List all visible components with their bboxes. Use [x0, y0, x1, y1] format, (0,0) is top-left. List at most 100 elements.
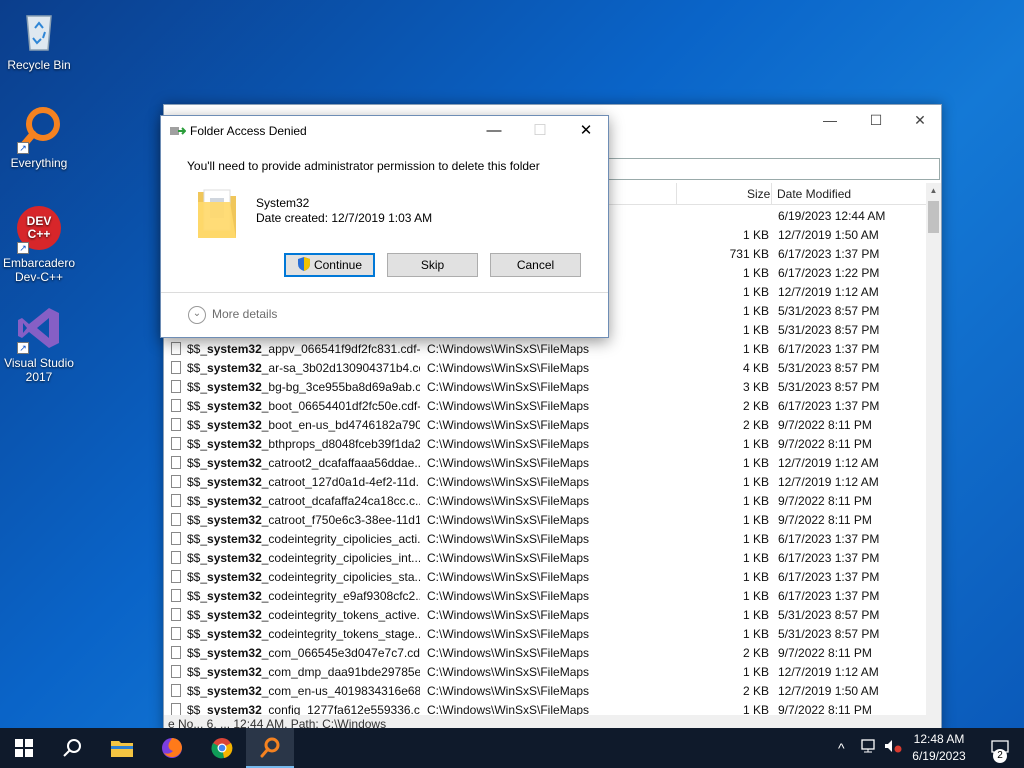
search-button[interactable] — [48, 728, 96, 768]
shortcut-arrow-icon: ↗ — [17, 242, 29, 254]
file-path: C:\Windows\WinSxS\FileMaps — [427, 551, 590, 565]
file-icon — [171, 665, 181, 678]
table-row[interactable]: $$_system32_catroot2_dcafaffaaa56ddae...… — [164, 453, 928, 472]
vertical-scrollbar[interactable]: ▲ ▼ — [926, 183, 941, 733]
maximize-button[interactable]: ☐ — [853, 105, 899, 135]
skip-button[interactable]: Skip — [387, 253, 478, 277]
volume-icon[interactable] — [884, 728, 902, 768]
devcpp-icon: DEV C++ ↗ — [15, 204, 63, 254]
file-size: 1 KB — [742, 342, 769, 356]
file-explorer-button[interactable] — [98, 728, 146, 768]
dialog-divider — [161, 292, 608, 293]
table-row[interactable]: $$_system32_com_dmp_daa91bde29785e... C:… — [164, 662, 928, 681]
file-date: 9/7/2022 8:11 PM — [778, 513, 872, 527]
continue-button[interactable]: Continue — [284, 253, 375, 277]
table-row[interactable]: $$_system32_boot_en-us_bd4746182a790... … — [164, 415, 928, 434]
file-path: C:\Windows\WinSxS\FileMaps — [427, 380, 590, 394]
file-name: $$_system32_codeintegrity_cipolicies_sta… — [187, 570, 420, 584]
folder-icon — [198, 189, 236, 238]
table-row[interactable]: $$_system32_codeintegrity_cipolicies_sta… — [164, 567, 928, 586]
file-name: $$_system32_bg-bg_3ce955ba8d69a9ab.c... — [187, 380, 420, 394]
file-size: 2 KB — [742, 646, 769, 660]
file-date: 12/7/2019 1:12 AM — [778, 475, 879, 489]
file-path: C:\Windows\WinSxS\FileMaps — [427, 513, 590, 527]
taskbar: ^ 12:48 AM 6/19/2023 2 — [0, 728, 1024, 768]
scroll-up-icon[interactable]: ▲ — [926, 183, 941, 199]
table-row[interactable]: $$_system32_ar-sa_3b02d130904371b4.cd...… — [164, 358, 928, 377]
table-row[interactable]: $$_system32_appv_066541f9df2fc831.cdf-..… — [164, 339, 928, 358]
windows-logo-icon — [15, 739, 33, 757]
file-explorer-icon — [111, 741, 133, 757]
table-row[interactable]: $$_system32_codeintegrity_cipolicies_act… — [164, 529, 928, 548]
file-date: 6/17/2023 1:37 PM — [778, 532, 880, 546]
file-icon — [171, 475, 181, 488]
svg-text:C++: C++ — [28, 227, 51, 241]
column-size[interactable]: Size — [747, 187, 770, 201]
file-name: $$_system32_com_en-us_4019834316e68... — [187, 684, 420, 698]
table-row[interactable]: $$_system32_bg-bg_3ce955ba8d69a9ab.c... … — [164, 377, 928, 396]
dialog-minimize-button[interactable]: — — [471, 116, 517, 146]
dialog-close-button[interactable]: ✕ — [563, 116, 609, 146]
file-date: 12/7/2019 1:50 AM — [778, 228, 879, 242]
file-path: C:\Windows\WinSxS\FileMaps — [427, 475, 590, 489]
system-clock[interactable]: 12:48 AM 6/19/2023 — [904, 731, 974, 765]
file-path: C:\Windows\WinSxS\FileMaps — [427, 361, 590, 375]
desktop-icon-everything[interactable]: ↗ Everything — [1, 104, 77, 170]
table-row[interactable]: $$_system32_codeintegrity_tokens_stage..… — [164, 624, 928, 643]
everything-taskbar-button[interactable] — [246, 728, 294, 768]
file-date: 5/31/2023 8:57 PM — [778, 361, 880, 375]
file-date: 6/17/2023 1:37 PM — [778, 399, 880, 413]
column-date-modified[interactable]: Date Modified — [777, 187, 851, 201]
folder-date-created: Date created: 12/7/2019 1:03 AM — [256, 211, 433, 225]
file-size: 1 KB — [742, 456, 769, 470]
file-path: C:\Windows\WinSxS\FileMaps — [427, 418, 590, 432]
start-button[interactable] — [0, 728, 48, 768]
minimize-button[interactable]: — — [807, 105, 853, 135]
table-row[interactable]: $$_system32_codeintegrity_cipolicies_int… — [164, 548, 928, 567]
dialog-titlebar[interactable]: Folder Access Denied — ☐ ✕ — [161, 116, 608, 146]
file-size: 1 KB — [742, 494, 769, 508]
desktop-icon-devcpp[interactable]: DEV C++ ↗ Embarcadero Dev-C++ — [1, 204, 77, 284]
continue-label: Continue — [313, 258, 363, 272]
file-icon — [171, 342, 181, 355]
file-path: C:\Windows\WinSxS\FileMaps — [427, 342, 590, 356]
file-icon — [171, 627, 181, 640]
file-date: 9/7/2022 8:11 PM — [778, 418, 872, 432]
firefox-button[interactable] — [148, 728, 196, 768]
file-name: $$_system32_appv_066541f9df2fc831.cdf-..… — [187, 342, 420, 356]
file-icon — [171, 399, 181, 412]
file-icon — [171, 380, 181, 393]
file-icon — [171, 361, 181, 374]
table-row[interactable]: $$_system32_catroot_127d0a1d-4ef2-11d...… — [164, 472, 928, 491]
close-button[interactable]: ✕ — [897, 105, 941, 135]
clock-time: 12:48 AM — [913, 732, 965, 746]
desktop-icon-recycle-bin[interactable]: Recycle Bin — [1, 6, 77, 72]
file-icon — [171, 608, 181, 621]
table-row[interactable]: $$_system32_com_en-us_4019834316e68... C… — [164, 681, 928, 700]
dialog-maximize-button: ☐ — [533, 122, 547, 139]
table-row[interactable]: $$_system32_catroot_dcafaffa24ca18cc.c..… — [164, 491, 928, 510]
table-row[interactable]: $$_system32_catroot_f750e6c3-38ee-11d1..… — [164, 510, 928, 529]
file-path: C:\Windows\WinSxS\FileMaps — [427, 646, 590, 660]
file-date: 5/31/2023 8:57 PM — [778, 380, 880, 394]
file-path: C:\Windows\WinSxS\FileMaps — [427, 456, 590, 470]
desktop-icon-visual-studio[interactable]: ↗ Visual Studio 2017 — [1, 304, 77, 384]
table-row[interactable]: $$_system32_bthprops_d8048fceb39f1da2...… — [164, 434, 928, 453]
table-row[interactable]: $$_system32_com_066545e3d047e7c7.cdf... … — [164, 643, 928, 662]
search-input[interactable] — [604, 158, 940, 180]
scrollbar-thumb[interactable] — [928, 201, 939, 233]
file-icon — [171, 532, 181, 545]
cancel-button[interactable]: Cancel — [490, 253, 581, 277]
file-path: C:\Windows\WinSxS\FileMaps — [427, 399, 590, 413]
table-row[interactable]: $$_system32_boot_06654401df2fc50e.cdf-..… — [164, 396, 928, 415]
more-details-toggle[interactable]: ⌄ More details — [188, 306, 277, 324]
file-path: C:\Windows\WinSxS\FileMaps — [427, 627, 590, 641]
file-icon — [171, 494, 181, 507]
file-size: 2 KB — [742, 684, 769, 698]
show-hidden-icons-button[interactable]: ^ — [838, 728, 845, 768]
recycle-bin-icon — [15, 6, 63, 54]
network-icon[interactable] — [860, 728, 878, 768]
chrome-button[interactable] — [198, 728, 246, 768]
table-row[interactable]: $$_system32_codeintegrity_tokens_active.… — [164, 605, 928, 624]
table-row[interactable]: $$_system32_codeintegrity_e9af9308cfc2..… — [164, 586, 928, 605]
